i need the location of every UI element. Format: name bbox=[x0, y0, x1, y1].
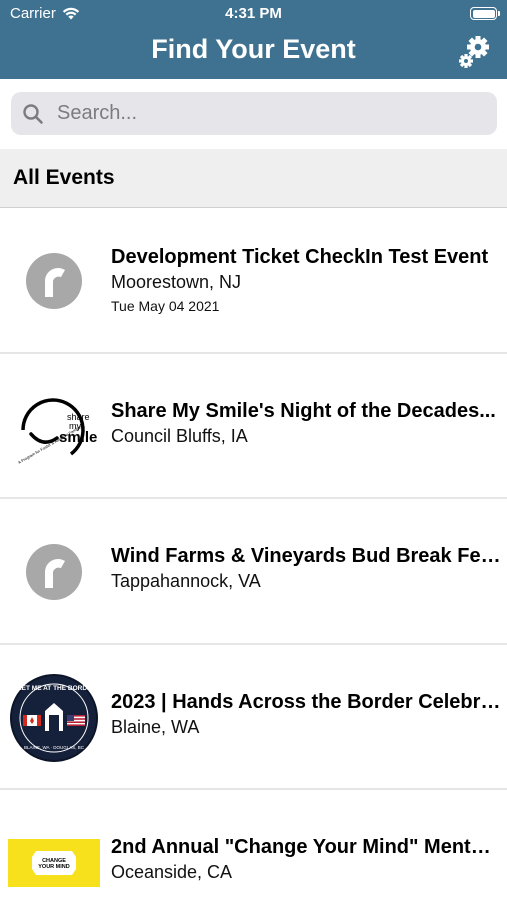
navigation-bar: Carrier 4:31 PM Find Your Event bbox=[0, 0, 507, 79]
battery-icon bbox=[470, 7, 500, 20]
event-location: Oceanside, CA bbox=[111, 862, 233, 882]
gears-icon[interactable] bbox=[457, 34, 493, 70]
search-container bbox=[0, 79, 507, 149]
logo-text-top: MEET ME AT THE BORDER bbox=[12, 685, 96, 692]
default-event-logo-icon bbox=[26, 544, 82, 600]
event-location: Blaine, WA bbox=[111, 716, 200, 737]
event-location: Council Bluffs, IA bbox=[111, 425, 248, 446]
event-row[interactable]: share my smile A Program for Foster & Ad… bbox=[0, 354, 507, 499]
event-thumbnail bbox=[8, 236, 100, 326]
event-name: Wind Farms & Vineyards Bud Break Fest... bbox=[111, 545, 501, 567]
event-row[interactable]: MEET ME AT THE BORDER BLAINE, WA · DOUGL… bbox=[0, 645, 507, 790]
meet-me-at-the-border-logo: MEET ME AT THE BORDER BLAINE, WA · DOUGL… bbox=[10, 673, 98, 762]
search-icon bbox=[23, 103, 43, 124]
change-your-mind-logo: CHANGE YOUR MIND bbox=[8, 839, 100, 887]
event-name: 2nd Annual "Change Your Mind" Mental... bbox=[111, 836, 501, 858]
search-input[interactable] bbox=[57, 102, 457, 125]
logo-text-bottom: BLAINE, WA · DOUGLAS, BC bbox=[24, 745, 85, 750]
event-thumbnail bbox=[8, 527, 100, 617]
event-thumbnail: CHANGE YOUR MIND bbox=[8, 818, 100, 900]
event-date: Tue May 04 2021 bbox=[111, 298, 220, 314]
event-location: Moorestown, NJ bbox=[111, 272, 242, 292]
event-list[interactable]: Development Ticket CheckIn Test Event Mo… bbox=[0, 208, 507, 900]
section-header: All Events bbox=[0, 149, 507, 208]
event-location: Tappahannock, VA bbox=[111, 571, 261, 591]
status-time: 4:31 PM bbox=[225, 5, 282, 22]
status-bar: Carrier 4:31 PM bbox=[0, 0, 507, 28]
event-thumbnail: share my smile A Program for Foster & Ad… bbox=[8, 382, 100, 472]
section-title: All Events bbox=[13, 166, 115, 189]
event-row[interactable]: Wind Farms & Vineyards Bud Break Fest...… bbox=[0, 499, 507, 645]
event-name: Development Ticket CheckIn Test Event bbox=[111, 246, 489, 268]
event-row[interactable]: CHANGE YOUR MIND 2nd Annual "Change Your… bbox=[0, 790, 507, 900]
default-event-logo-icon bbox=[26, 253, 82, 309]
event-name: 2023 | Hands Across the Border Celebra..… bbox=[111, 690, 501, 713]
logo-text-your-mind: YOUR MIND bbox=[38, 864, 70, 870]
event-thumbnail: MEET ME AT THE BORDER BLAINE, WA · DOUGL… bbox=[8, 673, 100, 763]
event-name: Share My Smile's Night of the Decades... bbox=[111, 399, 496, 422]
page-title: Find Your Event bbox=[151, 34, 356, 64]
share-my-smile-logo: share my smile A Program for Foster & Ad… bbox=[17, 397, 97, 464]
search-bar[interactable] bbox=[11, 92, 497, 135]
event-row[interactable]: Development Ticket CheckIn Test Event Mo… bbox=[0, 208, 507, 354]
